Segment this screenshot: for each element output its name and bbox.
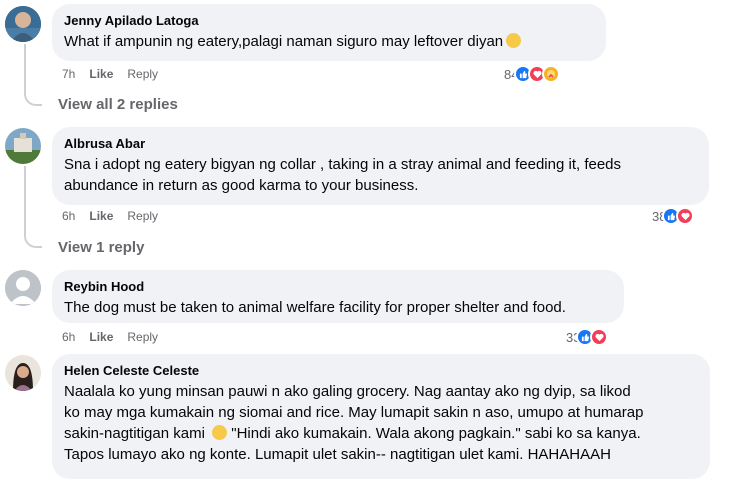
comment-text-line: Sna i adopt ng eatery bigyan ng collar ,… — [64, 156, 622, 173]
comment-text-line: abundance in return as good karma to you… — [64, 177, 419, 194]
comment-text: Sna i adopt ng eatery bigyan ng collar ,… — [64, 154, 697, 196]
reply-thread-line — [24, 44, 42, 106]
comment-text-line: Tapos lumayo ako ng konte. Lumapit ulet … — [64, 446, 611, 463]
like-button[interactable]: Like — [89, 67, 113, 81]
reaction-summary[interactable]: 33 — [566, 327, 609, 347]
laughing-face-emoji-icon — [212, 425, 228, 440]
comment-text-line: ko may mga kumakain ng siomai and rice. … — [64, 404, 644, 421]
comment-actions: 6h Like Reply — [62, 329, 158, 345]
reply-button[interactable]: Reply — [127, 330, 158, 344]
avatar[interactable] — [5, 128, 41, 164]
comment-author[interactable]: Albrusa Abar — [64, 135, 697, 152]
comment-author[interactable]: Jenny Apilado Latoga — [64, 12, 594, 29]
comment-author[interactable]: Reybin Hood — [64, 278, 612, 295]
view-replies-link[interactable]: View 1 reply — [58, 239, 144, 256]
comment-bubble: Jenny Apilado Latoga What if ampunin ng … — [52, 4, 606, 61]
reaction-summary[interactable]: 84 — [504, 64, 561, 84]
comment-text-line: sakin-nagtitigan kami — [64, 425, 205, 442]
comment-text: What if ampunin ng eatery,palagi naman s… — [64, 33, 504, 50]
comment-time[interactable]: 7h — [62, 67, 75, 81]
reply-button[interactable]: Reply — [127, 67, 158, 81]
reply-thread-line — [24, 166, 42, 248]
comment-text-line: Naalala ko yung minsan pauwi n ako galin… — [64, 383, 631, 400]
like-button[interactable]: Like — [89, 330, 113, 344]
comment-actions: 7h Like Reply — [62, 66, 158, 82]
comment-time[interactable]: 6h — [62, 330, 75, 344]
avatar[interactable] — [5, 355, 41, 391]
comment-author[interactable]: Helen Celeste Celeste — [64, 362, 698, 379]
reaction-summary[interactable]: 38 — [652, 206, 695, 226]
worried-face-emoji-icon — [506, 33, 522, 48]
like-button[interactable]: Like — [89, 209, 113, 223]
view-replies-link[interactable]: View all 2 replies — [58, 96, 178, 113]
comment-actions: 6h Like Reply — [62, 208, 158, 224]
comment-text: Naalala ko yung minsan pauwi n ako galin… — [64, 381, 698, 465]
comment-bubble: Reybin Hood The dog must be taken to ani… — [52, 270, 624, 323]
care-reaction-icon — [542, 65, 561, 83]
comment-text-line: "Hindi ako kumakain. Wala akong pagkain.… — [231, 425, 641, 442]
comment-time[interactable]: 6h — [62, 209, 75, 223]
avatar[interactable] — [5, 6, 41, 42]
reply-button[interactable]: Reply — [127, 209, 158, 223]
love-reaction-icon — [590, 328, 609, 346]
avatar[interactable] — [5, 270, 41, 306]
love-reaction-icon — [676, 207, 695, 225]
comment-text: The dog must be taken to animal welfare … — [64, 299, 566, 316]
comment-bubble: Helen Celeste Celeste Naalala ko yung mi… — [52, 354, 710, 479]
comment-bubble: Albrusa Abar Sna i adopt ng eatery bigya… — [52, 127, 709, 205]
